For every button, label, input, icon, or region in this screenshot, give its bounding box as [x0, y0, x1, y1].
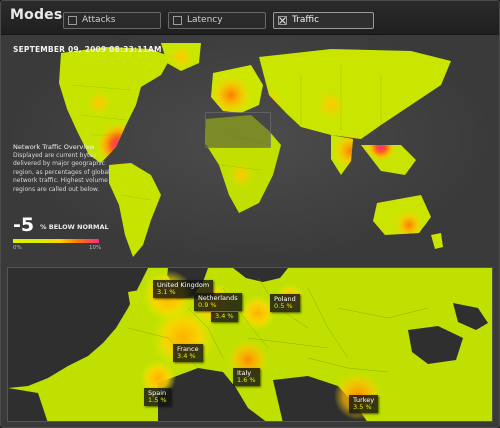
region-label-france[interactable]: France 3.4 %	[173, 344, 203, 362]
mode-latency-label: Latency	[187, 15, 223, 25]
mode-toolbar: Modes Attacks Latency Traffic	[1, 1, 499, 35]
scale-max-label: 10%	[89, 245, 102, 251]
heat-scale-bar	[13, 239, 99, 243]
mode-latency-button[interactable]: Latency	[168, 12, 266, 29]
mode-attacks-label: Attacks	[82, 15, 116, 25]
checkbox-icon	[68, 16, 77, 25]
mode-traffic-label: Traffic	[292, 15, 320, 25]
scale-min-label: 0%	[13, 245, 22, 251]
mode-traffic-button[interactable]: Traffic	[273, 12, 374, 29]
mode-attacks-button[interactable]: Attacks	[63, 12, 161, 29]
traffic-monitor-window: Modes Attacks Latency Traffic SEPTEMBER …	[0, 0, 500, 428]
europe-zoom-region[interactable]	[205, 112, 271, 148]
europe-heat-map[interactable]	[8, 268, 493, 422]
world-traffic-panel: SEPTEMBER 09, 2009 08:33:11AM Network Tr…	[1, 35, 499, 264]
info-title: Network Traffic Overview	[13, 143, 95, 151]
region-label-italy[interactable]: Italy 1.6 %	[233, 368, 260, 386]
europe-detail-panel: United Kingdom 3.1 % Netherlands 0.9 % 3…	[7, 267, 493, 422]
timestamp: SEPTEMBER 09, 2009 08:33:11AM	[13, 45, 162, 54]
checked-checkbox-icon	[278, 16, 287, 25]
modes-title: Modes	[10, 7, 63, 23]
region-label-netherlands[interactable]: Netherlands 0.9 %	[194, 293, 242, 311]
region-label-poland[interactable]: Poland 0.5 %	[270, 294, 300, 312]
traffic-delta-caption: % BELOW NORMAL	[40, 223, 109, 231]
region-label-turkey[interactable]: Turkey 3.5 %	[349, 395, 379, 413]
region-label-spain[interactable]: Spain 1.5 %	[144, 388, 171, 406]
region-label-unnamed[interactable]: 3.4 %	[211, 312, 238, 322]
checkbox-icon	[173, 16, 182, 25]
traffic-delta-value: -5	[13, 214, 35, 236]
info-description: Displayed are current bytes delivered by…	[13, 152, 110, 193]
